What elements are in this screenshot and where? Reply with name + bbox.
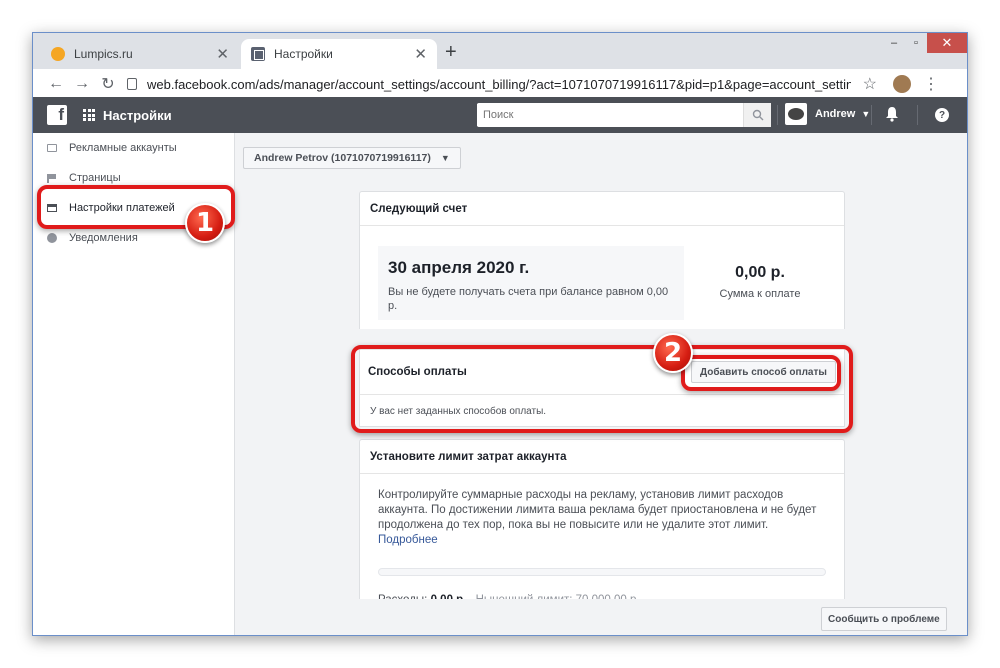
bookmark-star-icon[interactable]: ☆ (863, 74, 877, 94)
globe-icon (47, 233, 57, 243)
tab-settings[interactable]: Настройки ✕ (241, 39, 437, 69)
lumpics-favicon-icon (51, 47, 65, 61)
spend-limit-panel: Установите лимит затрат аккаунта Контрол… (359, 439, 845, 609)
lock-icon (127, 78, 137, 90)
chevron-down-icon: ▼ (861, 109, 871, 119)
notifications-bell-icon[interactable] (885, 106, 899, 122)
tab-strip: Lumpics.ru ✕ Настройки ✕ + – ▫ ✕ (33, 33, 967, 69)
search-button[interactable] (743, 103, 771, 127)
bill-summary: 30 апреля 2020 г. Вы не будете получать … (378, 246, 684, 320)
user-avatar (785, 103, 807, 125)
next-bill-panel: Следующий счет 30 апреля 2020 г. Вы не б… (359, 191, 845, 329)
bill-date: 30 апреля 2020 г. (388, 258, 530, 277)
flag-icon (47, 173, 57, 183)
step-badge-1: 1 (185, 203, 225, 243)
callout-button-2 (681, 355, 841, 391)
divider (871, 105, 872, 125)
close-window-icon[interactable]: ✕ (927, 33, 967, 53)
amount-due: 0,00 р. Сумма к оплате (700, 264, 820, 300)
sidebar-item-ad-accounts[interactable]: Рекламные аккаунты (33, 133, 234, 163)
browser-window: Lumpics.ru ✕ Настройки ✕ + – ▫ ✕ ← → ↻ w… (32, 32, 968, 636)
window-controls: – ▫ ✕ (883, 33, 967, 53)
maximize-icon[interactable]: ▫ (905, 33, 927, 53)
settings-favicon-icon (251, 47, 265, 61)
report-problem-button[interactable]: Сообщить о проблеме (821, 607, 947, 631)
account-selector[interactable]: Andrew Petrov (1071070719916117) ▼ (243, 147, 461, 169)
profile-avatar[interactable] (893, 75, 911, 93)
step-badge-2: 2 (653, 333, 693, 373)
new-tab-button[interactable]: + (445, 41, 457, 64)
amount-value: 0,00 р. (735, 264, 785, 281)
url-field[interactable]: web.facebook.com/ads/manager/account_set… (127, 72, 939, 96)
spend-limit-description-block: Контролируйте суммарные расходы на рекла… (360, 488, 844, 548)
url-text[interactable]: web.facebook.com/ads/manager/account_set… (147, 77, 851, 92)
next-bill-heading: Следующий счет (360, 192, 844, 226)
user-name: Andrew (815, 108, 856, 120)
spend-progress-bar (378, 568, 826, 576)
sidebar-item-label: Уведомления (69, 232, 138, 244)
ad-account-icon (47, 144, 57, 152)
spend-limit-description: Контролируйте суммарные расходы на рекла… (378, 489, 817, 531)
facebook-logo-icon[interactable]: f (47, 105, 67, 125)
divider (777, 105, 778, 125)
facebook-header: f Настройки Andrew ▼ ? (33, 97, 967, 133)
apps-grid-icon[interactable] (83, 109, 95, 121)
search-box (477, 103, 771, 127)
browser-menu-icon[interactable]: ⋮ (923, 74, 939, 94)
tab-lumpics[interactable]: Lumpics.ru ✕ (41, 39, 239, 69)
tab-title: Lumpics.ru (74, 47, 133, 61)
forward-arrow-icon[interactable]: → (69, 75, 95, 93)
close-tab-icon[interactable]: ✕ (414, 45, 427, 63)
search-input[interactable] (477, 104, 743, 126)
help-icon[interactable]: ? (935, 108, 949, 122)
spend-limit-heading: Установите лимит затрат аккаунта (360, 440, 844, 474)
divider (917, 105, 918, 125)
back-arrow-icon[interactable]: ← (43, 75, 69, 93)
close-tab-icon[interactable]: ✕ (216, 45, 229, 63)
minimize-icon[interactable]: – (883, 33, 905, 53)
chevron-down-icon: ▼ (440, 153, 450, 163)
tab-title: Настройки (274, 47, 333, 61)
reload-icon[interactable]: ↻ (95, 74, 121, 94)
search-icon (752, 109, 763, 121)
account-selector-label: Andrew Petrov (1071070719916117) (254, 152, 431, 164)
bill-note: Вы не будете получать счета при балансе … (388, 286, 669, 312)
user-menu[interactable]: Andrew ▼ (785, 103, 870, 125)
address-bar: ← → ↻ web.facebook.com/ads/manager/accou… (33, 69, 967, 99)
sidebar-item-label: Рекламные аккаунты (69, 142, 177, 154)
learn-more-link[interactable]: Подробнее (378, 534, 438, 546)
sidebar-item-label: Страницы (69, 172, 121, 184)
page-title: Настройки (103, 107, 172, 123)
amount-label: Сумма к оплате (719, 288, 801, 300)
